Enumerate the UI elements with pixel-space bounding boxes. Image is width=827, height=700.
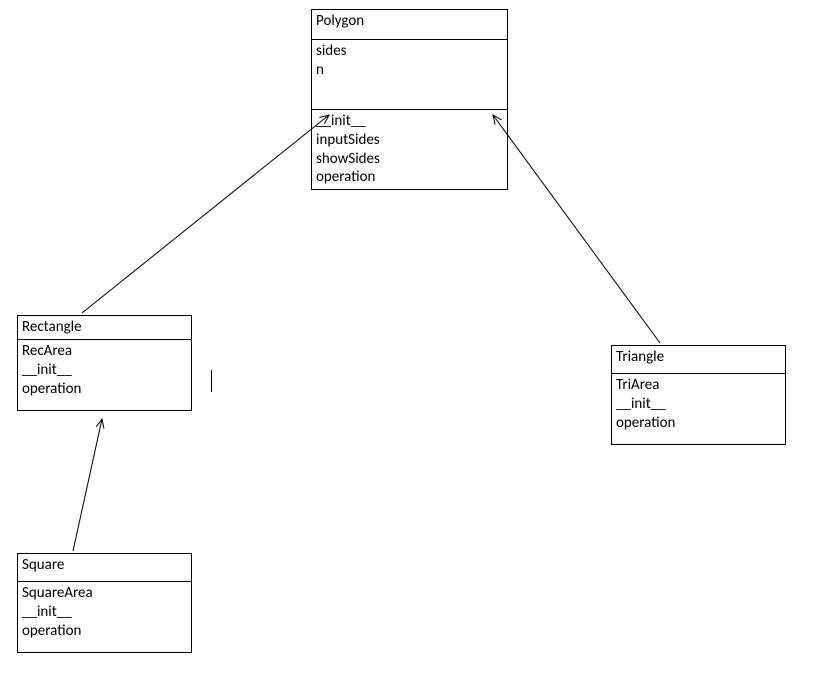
method: operation [316,168,503,187]
class-methods: __init__ inputSides showSides operation [312,110,507,189]
arrow-triangle-to-polygon [493,115,660,343]
method: __init__ [616,395,781,414]
method: operation [616,414,781,433]
class-name: Polygon [312,10,507,40]
class-name: Square [18,554,191,582]
attribute: n [316,61,503,80]
method: showSides [316,150,503,169]
method: operation [22,622,187,641]
method: SquareArea [22,584,187,603]
method: operation [22,380,187,399]
class-methods: SquareArea __init__ operation [18,582,191,652]
class-methods: TriArea __init__ operation [612,374,785,444]
method: inputSides [316,131,503,150]
class-box-rectangle: Rectangle RecArea __init__ operation [17,315,192,411]
class-box-triangle: Triangle TriArea __init__ operation [611,345,786,445]
class-box-polygon: Polygon sides n __init__ inputSides show… [311,9,508,190]
class-name: Rectangle [18,316,191,340]
method: RecArea [22,342,187,361]
text-cursor-icon [211,370,212,392]
class-box-square: Square SquareArea __init__ operation [17,553,192,653]
arrow-rectangle-to-polygon [82,115,329,313]
class-attributes: sides n [312,40,507,110]
attribute: sides [316,42,503,61]
method: __init__ [22,361,187,380]
method: __init__ [316,112,503,131]
arrow-square-to-rectangle [73,419,102,551]
class-methods: RecArea __init__ operation [18,340,191,410]
method: __init__ [22,603,187,622]
class-name: Triangle [612,346,785,374]
method: TriArea [616,376,781,395]
